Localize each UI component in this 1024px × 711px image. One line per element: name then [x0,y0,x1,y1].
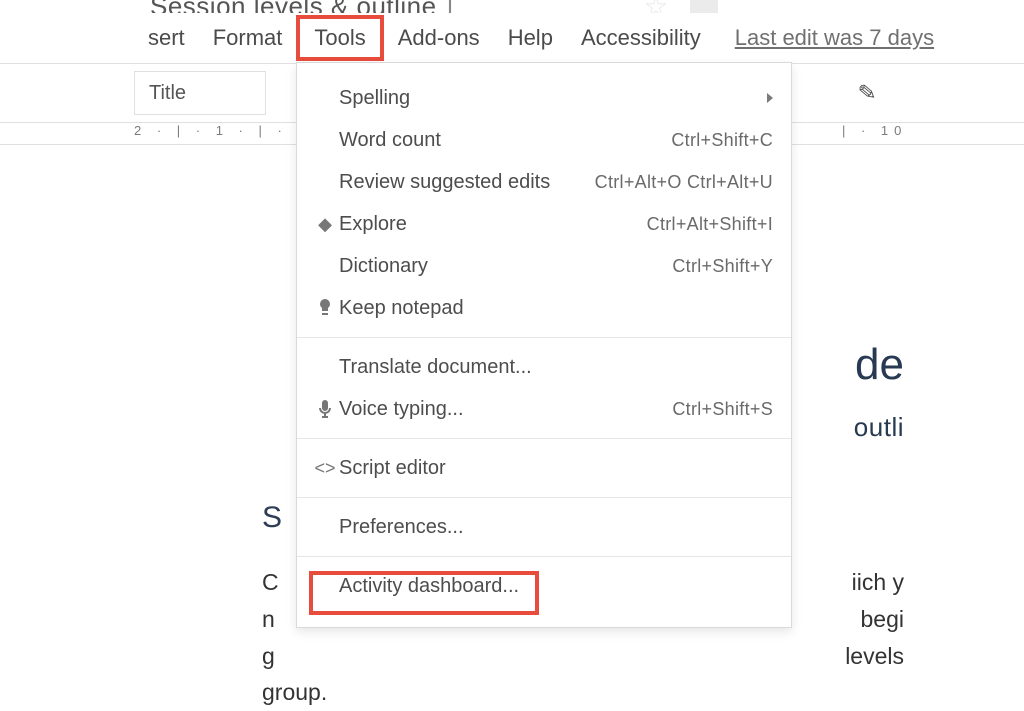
menuitem-shortcut: Ctrl+Alt+O Ctrl+Alt+U [595,172,773,193]
menuitem-label: Preferences... [339,516,773,539]
text-fragment: g [262,638,275,675]
menuitem-explore[interactable]: ◆ Explore Ctrl+Alt+Shift+I [297,203,791,245]
style-selector[interactable]: Title [134,71,266,115]
menuitem-script-editor[interactable]: <> Script editor [297,447,791,489]
menuitem-label: Word count [339,129,671,152]
title-bar: Session levels & outline | ☆ [0,0,1024,13]
menuitem-word-count[interactable]: Word count Ctrl+Shift+C [297,119,791,161]
edit-mode-icon[interactable]: ✎ [856,79,877,107]
menuitem-label: Explore [339,213,647,236]
tools-dropdown: Spelling Word count Ctrl+Shift+C Review … [296,62,792,628]
ruler-right: | · 10 [842,123,1024,144]
menuitem-label: Voice typing... [339,398,672,421]
menuitem-keep-notepad[interactable]: Keep notepad [297,287,791,329]
menu-bar: sert Format Tools Add-ons Help Accessibi… [0,13,1024,63]
text-fragment: C [262,564,279,601]
ruler-left: 2 · | · 1 · | · [0,123,300,144]
menuitem-shortcut: Ctrl+Alt+Shift+I [647,214,773,235]
star-icon[interactable]: ☆ [643,0,668,13]
code-icon: <> [311,458,339,479]
menuitem-review-edits[interactable]: Review suggested edits Ctrl+Alt+O Ctrl+A… [297,161,791,203]
microphone-icon [311,400,339,418]
menuitem-label: Keep notepad [339,297,773,320]
menuitem-label: Spelling [339,87,761,110]
text-fragment: n [262,601,275,638]
document-title[interactable]: Session levels & outline [150,0,437,13]
menuitem-preferences[interactable]: Preferences... [297,506,791,548]
menuitem-label: Review suggested edits [339,171,595,194]
menuitem-dictionary[interactable]: Dictionary Ctrl+Shift+Y [297,245,791,287]
explore-icon: ◆ [311,214,339,235]
menuitem-translate[interactable]: Translate document... [297,346,791,388]
text-fragment: iich y [852,564,904,601]
keep-icon [311,299,339,317]
menuitem-shortcut: Ctrl+Shift+C [671,130,773,151]
menu-separator [297,497,791,498]
text-fragment: levels [845,638,904,675]
menu-separator [297,337,791,338]
last-edit-info[interactable]: Last edit was 7 days [735,25,934,51]
text-fragment: group. [262,674,904,711]
menu-help[interactable]: Help [494,19,567,57]
menuitem-label: Translate document... [339,356,773,379]
menuitem-label: Script editor [339,457,773,480]
menu-separator [297,556,791,557]
move-icon[interactable] [690,0,718,13]
menu-format[interactable]: Format [199,19,297,57]
menuitem-voice-typing[interactable]: Voice typing... Ctrl+Shift+S [297,388,791,430]
menu-separator [297,438,791,439]
menuitem-spelling[interactable]: Spelling [297,77,791,119]
menu-tools[interactable]: Tools [296,15,383,61]
menuitem-shortcut: Ctrl+Shift+S [672,399,773,420]
title-separator: | [437,0,464,13]
menuitem-label: Dictionary [339,255,672,278]
text-fragment: begi [861,601,904,638]
menu-accessibility[interactable]: Accessibility [567,19,715,57]
style-selector-label: Title [149,82,186,105]
menuitem-shortcut: Ctrl+Shift+Y [672,256,773,277]
annotation-highlight [309,571,539,615]
menu-insert[interactable]: sert [134,19,199,57]
menu-addons[interactable]: Add-ons [384,19,494,57]
submenu-arrow-icon [767,93,773,103]
